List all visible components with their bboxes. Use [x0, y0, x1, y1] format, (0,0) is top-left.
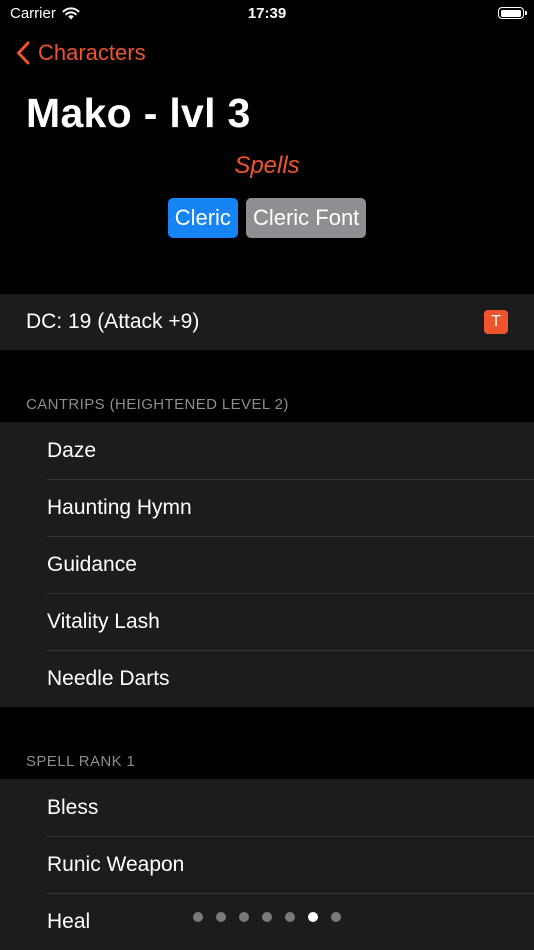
section-header-rank-1: SPELL RANK 1	[26, 753, 136, 770]
battery-fill	[500, 9, 521, 17]
back-button[interactable]: Characters	[16, 40, 146, 66]
section-header-cantrips: CANTRIPS (HEIGHTENED LEVEL 2)	[26, 396, 289, 413]
page-dot[interactable]	[308, 912, 318, 922]
spell-row[interactable]: Needle Darts	[0, 650, 534, 707]
page-dot[interactable]	[193, 912, 203, 922]
spell-name: Runic Weapon	[47, 853, 185, 876]
page-indicator[interactable]	[0, 912, 534, 922]
back-label[interactable]: Characters	[38, 40, 146, 66]
page-dot[interactable]	[285, 912, 295, 922]
page-dot[interactable]	[262, 912, 272, 922]
spell-row[interactable]: Bless	[0, 779, 534, 836]
class-tags: Cleric Cleric Font	[0, 198, 534, 238]
dc-label: DC: 19 (Attack +9)	[26, 310, 200, 333]
page-title: Mako - lvl 3	[26, 90, 251, 136]
chevron-left-icon	[17, 41, 30, 65]
page-dot[interactable]	[331, 912, 341, 922]
status-bar: Carrier 17:39	[0, 0, 534, 28]
tag-cleric-font[interactable]: Cleric Font	[245, 198, 367, 238]
spell-name: Needle Darts	[47, 667, 170, 690]
spell-name: Vitality Lash	[47, 610, 160, 633]
tag-cleric[interactable]: Cleric	[167, 198, 238, 238]
spell-name: Daze	[47, 439, 97, 462]
tradition-badge[interactable]: T	[484, 310, 508, 334]
spell-row[interactable]: Daze	[0, 422, 534, 479]
spell-name: Bless	[47, 796, 99, 819]
page-dot[interactable]	[216, 912, 226, 922]
status-time: 17:39	[247, 5, 287, 22]
cantrips-list: Daze Haunting Hymn Guidance Vitality Las…	[0, 422, 534, 707]
page-dot[interactable]	[239, 912, 249, 922]
spell-row[interactable]: Haunting Hymn	[0, 479, 534, 536]
spell-row[interactable]: Runic Weapon	[0, 836, 534, 893]
page-subtitle: Spells	[234, 152, 300, 179]
spell-name: Haunting Hymn	[47, 496, 192, 519]
battery-icon	[498, 7, 527, 19]
spell-name: Guidance	[47, 553, 137, 576]
spell-row[interactable]: Vitality Lash	[0, 593, 534, 650]
dc-row[interactable]: DC: 19 (Attack +9) T	[0, 294, 534, 350]
spell-row[interactable]: Guidance	[0, 536, 534, 593]
rank-1-list: Bless Runic Weapon Heal	[0, 779, 534, 950]
